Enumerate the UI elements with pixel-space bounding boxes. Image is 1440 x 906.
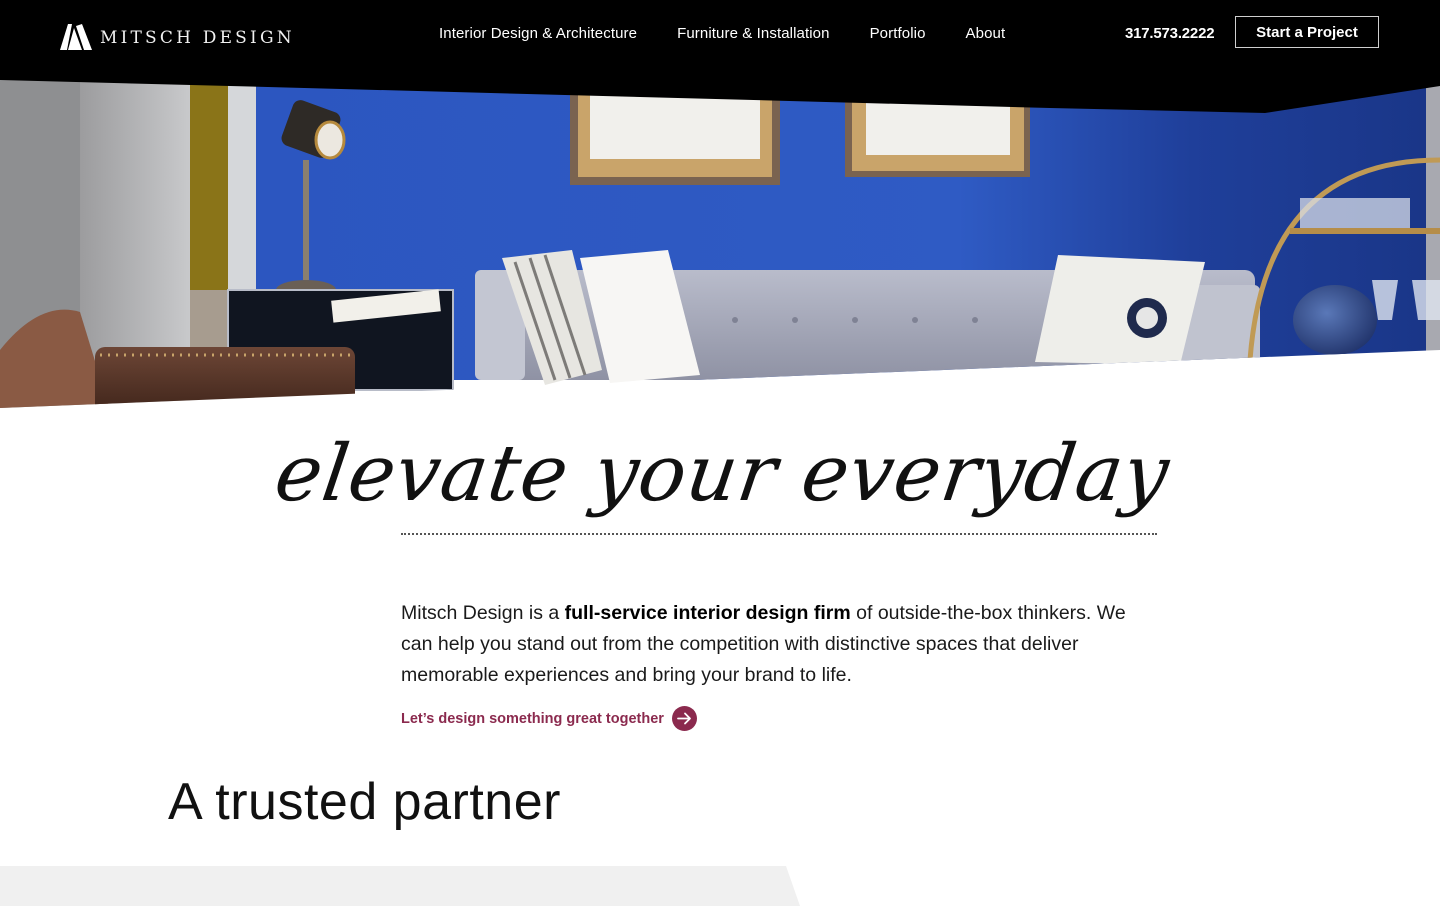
- logo-link[interactable]: MITSCH DESIGN: [58, 22, 295, 50]
- intro-text-bold: full-service interior design firm: [564, 602, 851, 624]
- nav-item-furniture[interactable]: Furniture & Installation: [677, 25, 829, 42]
- logo-text: MITSCH DESIGN: [100, 28, 295, 48]
- section-title: A trusted partner: [168, 773, 561, 831]
- hero-floor: [190, 290, 230, 350]
- gray-band: [0, 866, 800, 906]
- start-project-button[interactable]: Start a Project: [1235, 16, 1379, 48]
- design-together-link[interactable]: Let’s design something great together: [401, 706, 697, 731]
- logo-mark-icon: [60, 24, 92, 50]
- intro-paragraph: Mitsch Design is a full-service interior…: [401, 598, 1141, 691]
- nav-item-portfolio[interactable]: Portfolio: [870, 25, 926, 42]
- hero-pillow-print: [1035, 255, 1205, 365]
- dotted-divider: [401, 533, 1157, 535]
- tagline: elevate your everyday: [269, 429, 1176, 519]
- intro-text-pre: Mitsch Design is a: [401, 602, 565, 624]
- design-together-label: Let’s design something great together: [401, 710, 664, 727]
- nav-item-about[interactable]: About: [966, 25, 1006, 42]
- hero-hallway: [190, 80, 230, 310]
- main-nav: Interior Design & Architecture Furniture…: [439, 25, 1045, 42]
- tagline-block: elevate your everyday: [270, 425, 1175, 605]
- phone-link[interactable]: 317.573.2222: [1125, 25, 1215, 42]
- arrow-right-icon: [671, 706, 697, 731]
- nav-item-interior-design[interactable]: Interior Design & Architecture: [439, 25, 637, 42]
